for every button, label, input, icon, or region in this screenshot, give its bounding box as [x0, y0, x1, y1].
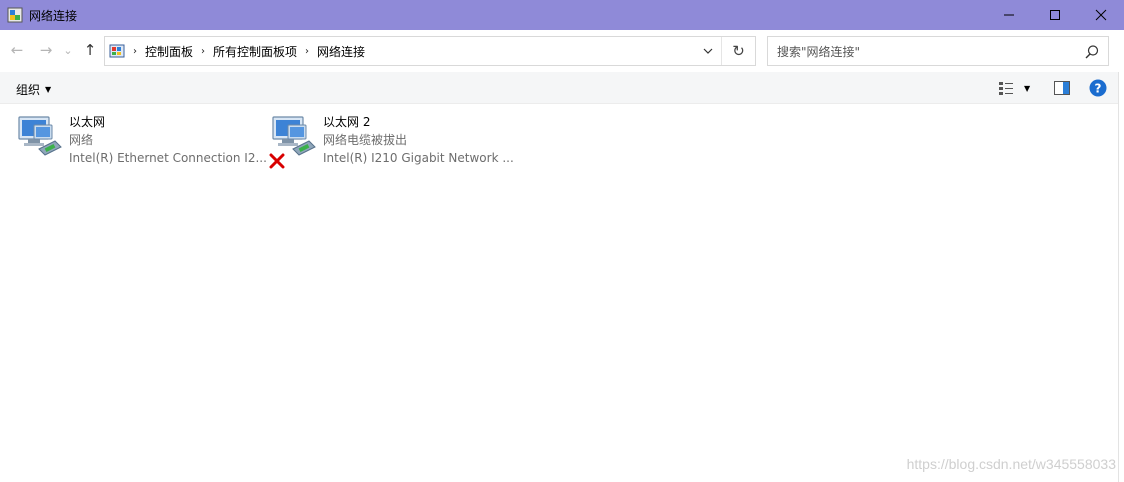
close-button[interactable] — [1078, 0, 1124, 30]
preview-pane-icon — [1054, 81, 1070, 95]
refresh-button[interactable]: ↻ — [721, 37, 755, 65]
connections-list: 以太网 网络 Intel(R) Ethernet Connection I2..… — [0, 105, 1118, 482]
breadcrumb-control-panel[interactable]: 控制面板 — [145, 43, 193, 60]
up-arrow-icon: ↑ — [83, 41, 97, 59]
caret-down-icon: ▼ — [45, 85, 52, 94]
title-bar: 网络连接 — [0, 0, 1124, 30]
window-edge — [1118, 72, 1124, 482]
connection-name: 以太网 — [69, 115, 106, 129]
network-adapter-icon — [15, 113, 65, 165]
command-bar: 组织 ▼ ▼ ? — [0, 72, 1124, 104]
minimize-button[interactable] — [986, 0, 1032, 30]
connection-device: Intel(R) I210 Gigabit Network ... — [323, 151, 514, 165]
connection-status: 网络电缆被拔出 — [323, 133, 408, 147]
disconnected-x-icon — [269, 153, 285, 169]
breadcrumb-network-connections[interactable]: 网络连接 — [317, 43, 365, 60]
view-options-icon — [999, 82, 1013, 95]
chevron-down-icon: ⌄ — [63, 43, 73, 57]
organize-menu-button[interactable]: 组织 ▼ — [16, 81, 51, 98]
window-title: 网络连接 — [29, 8, 78, 23]
forward-arrow-icon: → — [39, 41, 53, 59]
svg-text:?: ? — [1095, 82, 1102, 96]
breadcrumb-separator[interactable]: › — [305, 46, 309, 57]
breadcrumb-separator[interactable]: › — [133, 46, 137, 57]
address-bar[interactable]: › 控制面板 › 所有控制面板项 › 网络连接 ↻ — [104, 36, 756, 66]
window-controls — [986, 0, 1124, 30]
list-item-ethernet-2[interactable]: 以太网 2 网络电缆被拔出 Intel(R) I210 Gigabit Netw… — [269, 113, 514, 173]
chevron-down-icon — [703, 48, 713, 54]
search-box[interactable]: 搜索"网络连接" — [767, 36, 1109, 66]
breadcrumb-separator[interactable]: › — [201, 46, 205, 57]
forward-button[interactable]: → — [37, 41, 55, 59]
search-icon[interactable] — [1084, 44, 1100, 60]
control-panel-icon — [109, 43, 125, 59]
list-item-ethernet[interactable]: 以太网 网络 Intel(R) Ethernet Connection I2..… — [15, 113, 267, 173]
back-button[interactable]: ← — [8, 41, 26, 59]
close-icon — [1095, 9, 1107, 21]
address-row: ← → ⌄ ↑ › 控制面板 › 所有控制面板项 › 网络连接 ↻ 搜索"网络连… — [0, 30, 1124, 72]
up-button[interactable]: ↑ — [81, 41, 99, 59]
network-folder-icon — [7, 7, 23, 23]
connection-name: 以太网 2 — [323, 115, 371, 129]
back-arrow-icon: ← — [10, 41, 24, 59]
network-adapter-icon — [269, 113, 319, 169]
minimize-icon — [1004, 14, 1014, 16]
maximize-icon — [1050, 10, 1060, 20]
caret-down-icon: ▼ — [1024, 83, 1031, 93]
help-button[interactable]: ? — [1089, 78, 1107, 98]
breadcrumb-all-items[interactable]: 所有控制面板项 — [213, 43, 297, 60]
watermark: https://blog.csdn.net/w345558033 — [906, 456, 1116, 472]
preview-pane-button[interactable] — [1054, 78, 1070, 98]
organize-label: 组织 — [16, 83, 41, 97]
search-input[interactable]: 搜索"网络连接" — [777, 43, 860, 60]
connection-status: 网络 — [69, 133, 94, 147]
address-dropdown-button[interactable] — [697, 37, 719, 65]
connection-device: Intel(R) Ethernet Connection I2... — [69, 151, 267, 165]
maximize-button[interactable] — [1032, 0, 1078, 30]
view-options-button[interactable]: ▼ — [998, 78, 1030, 98]
refresh-icon: ↻ — [732, 42, 745, 60]
recent-locations-button[interactable]: ⌄ — [61, 41, 75, 59]
help-icon: ? — [1089, 79, 1107, 97]
